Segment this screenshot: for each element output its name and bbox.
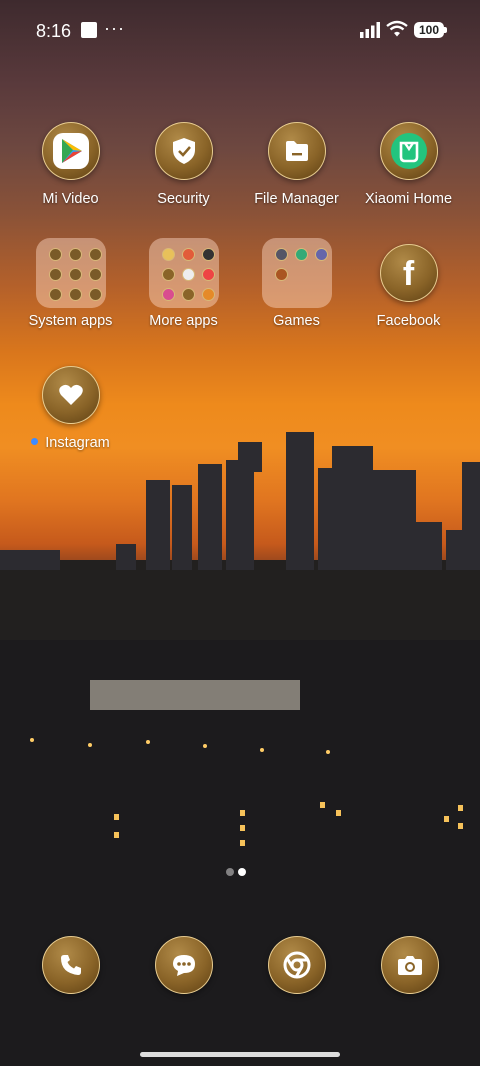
status-bar: 8:16 ··· 100 <box>0 0 480 60</box>
signal-icon <box>360 22 380 38</box>
folder-icon <box>267 122 326 180</box>
mini-app-icon <box>181 268 195 281</box>
mini-app-icon <box>161 268 175 281</box>
phone-icon <box>42 936 100 994</box>
mini-app-icon <box>161 248 175 261</box>
mi-video-icon <box>41 122 100 180</box>
app-label: Instagram <box>14 435 127 451</box>
app-label: Security <box>157 191 210 207</box>
app-label-text: Instagram <box>45 435 110 451</box>
camera-icon <box>381 936 439 994</box>
app-instagram[interactable]: Instagram <box>14 366 127 451</box>
mini-app-icon <box>201 248 215 261</box>
mini-app-icon <box>88 288 102 301</box>
folder-icon-grid <box>35 238 106 308</box>
mini-app-icon <box>68 248 82 261</box>
facebook-icon: f <box>379 244 438 302</box>
folder-label: System apps <box>28 313 113 329</box>
app-xiaomi-home[interactable]: Xiaomi Home <box>352 122 465 207</box>
app-label: File Manager <box>254 191 339 207</box>
notification-icon <box>81 22 97 38</box>
xiaomi-home-icon <box>379 122 438 180</box>
app-label: Xiaomi Home <box>364 191 453 207</box>
page-dot[interactable] <box>226 868 234 876</box>
mini-app-icon <box>294 248 308 261</box>
mini-app-icon <box>48 288 62 301</box>
mini-app-icon <box>274 248 288 261</box>
mini-app-icon <box>68 288 82 301</box>
folder-system-apps[interactable]: System apps <box>14 238 127 329</box>
mini-app-icon <box>48 268 62 281</box>
messages-icon <box>155 936 213 994</box>
folder-label: More apps <box>149 313 218 329</box>
app-mi-video[interactable]: Mi Video <box>14 122 127 207</box>
mini-app-icon <box>161 288 175 301</box>
shield-icon <box>154 122 213 180</box>
mini-app-icon <box>68 268 82 281</box>
dock-camera[interactable] <box>381 936 439 994</box>
app-file-manager[interactable]: File Manager <box>240 122 353 207</box>
battery-icon: 100 <box>414 22 444 38</box>
app-facebook[interactable]: f Facebook <box>352 244 465 329</box>
dock-chrome[interactable] <box>268 936 326 994</box>
mini-app-icon <box>48 248 62 261</box>
folder-icon-grid <box>148 238 219 308</box>
app-label: Facebook <box>376 313 441 329</box>
mini-app-icon <box>314 248 328 261</box>
app-security[interactable]: Security <box>127 122 240 207</box>
mini-app-icon <box>88 248 102 261</box>
home-gesture-bar[interactable] <box>140 1052 340 1057</box>
folder-more-apps[interactable]: More apps <box>127 238 240 329</box>
page-dot-active[interactable] <box>238 868 246 876</box>
mini-app-icon <box>201 288 215 301</box>
new-install-dot <box>31 437 39 445</box>
battery-tip <box>444 27 447 33</box>
mini-app-icon <box>201 268 215 281</box>
chrome-icon <box>268 936 326 994</box>
page-indicator <box>226 863 250 881</box>
dock-messages[interactable] <box>155 936 213 994</box>
heart-icon <box>41 366 100 424</box>
mini-app-icon <box>181 248 195 261</box>
mini-app-icon <box>88 268 102 281</box>
mini-app-icon <box>181 288 195 301</box>
folder-icon-grid <box>261 238 332 308</box>
app-label: Mi Video <box>42 191 99 207</box>
folder-games[interactable]: Games <box>240 238 353 329</box>
mini-app-icon <box>274 268 288 281</box>
more-notifications-icon: ··· <box>104 18 125 38</box>
folder-label: Games <box>273 313 320 329</box>
dock-phone[interactable] <box>42 936 100 994</box>
wifi-icon <box>386 20 408 37</box>
clock: 8:16 <box>36 21 72 41</box>
